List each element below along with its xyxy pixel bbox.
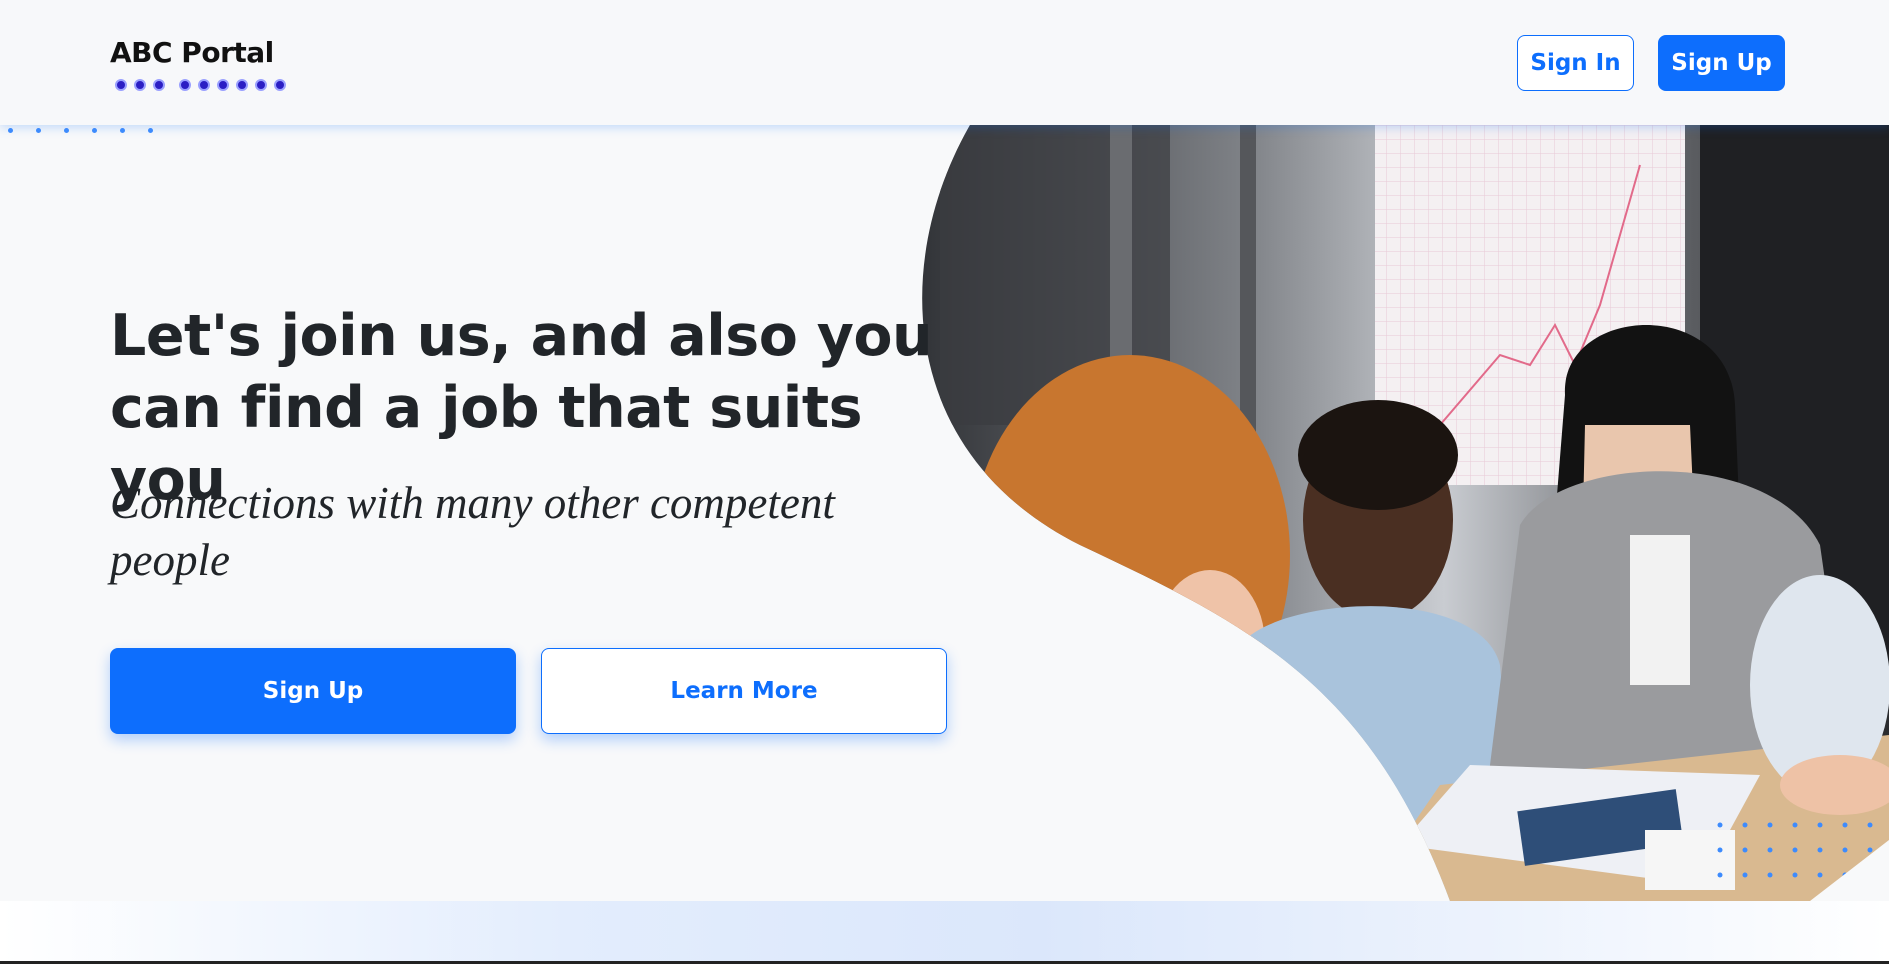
nav-sign-up-button[interactable]: Sign Up: [1658, 35, 1785, 91]
top-navbar: ABC Portal Sign In Sign Up: [0, 0, 1889, 125]
brand-logo[interactable]: ABC Portal: [110, 36, 286, 91]
hero-subtitle: Connections with many other competent pe…: [110, 478, 835, 585]
nav-sign-in-button[interactable]: Sign In: [1517, 35, 1634, 91]
brand-dots-decoration: [115, 79, 286, 91]
dots-decoration: [8, 128, 176, 133]
learn-more-button[interactable]: Learn More: [541, 648, 947, 734]
section-divider-band: [0, 901, 1889, 961]
hero-sign-up-button[interactable]: Sign Up: [110, 648, 516, 734]
brand-name: ABC Portal: [110, 36, 274, 69]
